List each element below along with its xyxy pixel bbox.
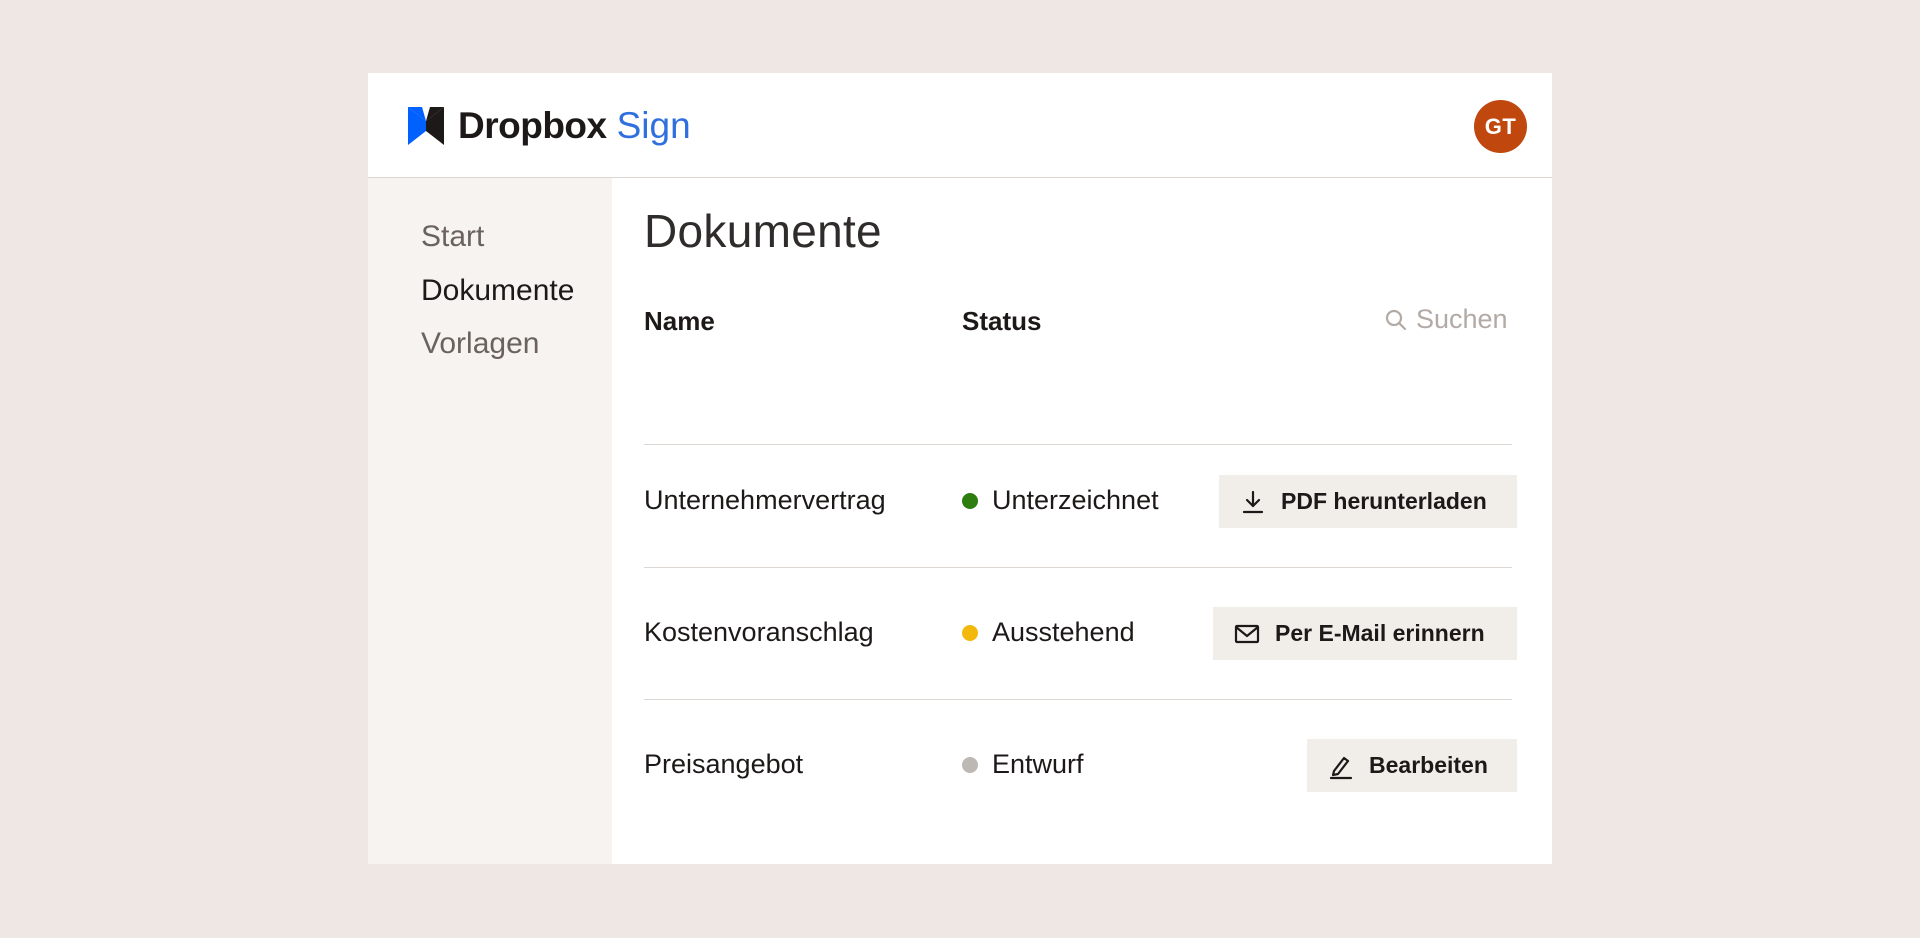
search-icon — [1385, 309, 1407, 330]
sidebar-item-vorlagen[interactable]: Vorlagen — [421, 327, 539, 361]
sidebar-item-start[interactable]: Start — [421, 220, 484, 254]
top-header: Dropbox Sign GT — [368, 73, 1552, 178]
document-name[interactable]: Kostenvoranschlag — [644, 617, 874, 648]
pencil-icon — [1329, 756, 1353, 779]
dropbox-logo-icon — [408, 107, 444, 145]
document-name[interactable]: Preisangebot — [644, 749, 803, 780]
document-status: Entwurf — [962, 749, 1084, 780]
table-row: Preisangebot Entwurf Bearbeiten — [612, 739, 1552, 793]
email-reminder-label: Per E-Mail erinnern — [1275, 620, 1485, 646]
download-pdf-label: PDF herunterladen — [1281, 488, 1487, 514]
download-pdf-button[interactable]: PDF herunterladen — [1219, 475, 1517, 528]
table-divider — [644, 699, 1512, 700]
document-name[interactable]: Unternehmervertrag — [644, 485, 886, 516]
logo-product-name: Sign — [616, 105, 691, 146]
page-title: Dokumente — [644, 205, 882, 257]
edit-button[interactable]: Bearbeiten — [1307, 739, 1517, 792]
column-header-name: Name — [644, 306, 715, 336]
table-divider — [644, 567, 1512, 568]
edit-label: Bearbeiten — [1369, 752, 1488, 778]
status-dot-icon — [962, 624, 978, 641]
sidebar-item-dokumente[interactable]: Dokumente — [421, 274, 574, 308]
mail-icon — [1234, 624, 1260, 643]
logo-wordmark: Dropbox — [458, 105, 607, 146]
search-input[interactable]: Suchen — [1384, 304, 1508, 335]
dropbox-sign-logo[interactable]: Dropbox Sign — [408, 105, 691, 146]
search-placeholder: Suchen — [1416, 304, 1508, 334]
user-avatar[interactable]: GT — [1474, 100, 1527, 153]
download-icon — [1242, 490, 1264, 513]
status-dot-icon — [962, 756, 978, 773]
document-status: Ausstehend — [962, 617, 1135, 648]
status-label: Unterzeichnet — [992, 485, 1159, 515]
email-reminder-button[interactable]: Per E-Mail erinnern — [1213, 607, 1517, 660]
table-divider — [644, 444, 1512, 445]
table-row: Kostenvoranschlag Ausstehend Per E-Mail … — [612, 607, 1552, 661]
sidebar: Start Dokumente Vorlagen — [368, 178, 612, 864]
status-label: Ausstehend — [992, 617, 1135, 647]
document-status: Unterzeichnet — [962, 485, 1159, 516]
column-header-status: Status — [962, 306, 1042, 336]
app-window: Dropbox Sign GT Start Dokumente Vorlagen… — [368, 73, 1552, 864]
table-row: Unternehmervertrag Unterzeichnet PDF her… — [612, 475, 1552, 529]
status-label: Entwurf — [992, 749, 1084, 779]
status-dot-icon — [962, 492, 978, 509]
main-content: Dokumente Name Status Suchen Unternehmer… — [612, 178, 1552, 864]
